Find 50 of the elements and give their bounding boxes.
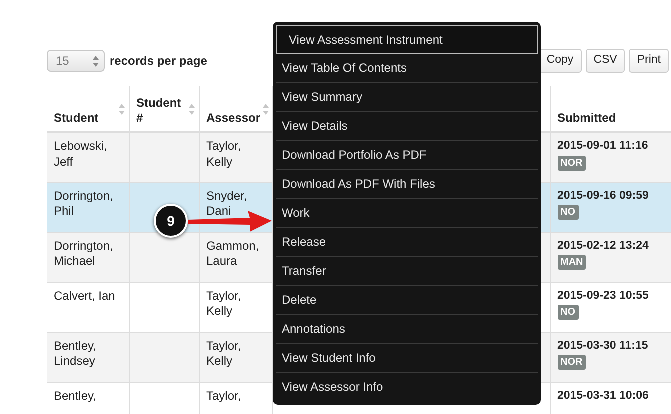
menu-item[interactable]: Transfer	[276, 257, 538, 286]
page-size-value: 15	[56, 53, 70, 70]
table-cell: Taylor, Kelly	[206, 288, 242, 318]
menu-item[interactable]: Delete	[276, 286, 538, 315]
sort-icon[interactable]	[118, 104, 124, 115]
toolbar-button[interactable]: CSV	[586, 49, 626, 73]
table-cell: 2015-03-31 10:06	[558, 390, 649, 402]
status-badge: MAN	[558, 255, 586, 270]
sort-icon[interactable]	[188, 104, 194, 115]
column-header[interactable]: Student #	[136, 96, 186, 125]
column-header[interactable]: Student	[54, 110, 99, 125]
menu-item[interactable]: Download As PDF With Files	[276, 170, 538, 199]
table-cell: Snyder, Dani	[206, 188, 248, 218]
menu-item[interactable]: View Assessor Info	[276, 373, 538, 402]
table-cell: Taylor, Kelly	[206, 338, 242, 368]
menu-item[interactable]: View Table Of Contents	[276, 54, 538, 83]
menu-item[interactable]: Release	[276, 228, 538, 257]
table-cell: Taylor,	[206, 388, 242, 402]
toolbar-button[interactable]: Print	[629, 49, 669, 73]
status-badge: NO	[558, 305, 578, 320]
menu-item[interactable]: Work	[276, 199, 538, 228]
table-cell: 2015-09-16 09:59	[558, 190, 649, 202]
status-badge: NOR	[558, 355, 586, 370]
menu-item[interactable]: View Assessment Instrument	[276, 25, 538, 54]
table-cell: 2015-09-23 10:55	[558, 290, 649, 302]
page-size-select[interactable]: 15	[47, 50, 105, 72]
table-cell: Bentley,	[54, 388, 96, 402]
status-badge: NO	[558, 205, 578, 220]
spinner-icon	[93, 56, 99, 66]
table-cell: Taylor, Kelly	[206, 139, 242, 169]
table-cell: 2015-03-30 11:15	[558, 340, 648, 352]
table-cell: Gammon, Laura	[206, 238, 260, 268]
table-cell: 2015-09-01 11:16	[558, 140, 648, 152]
sort-icon[interactable]	[262, 104, 269, 115]
table-cell: Dorrington, Michael	[54, 238, 114, 268]
table-cell: 2015-02-12 13:24	[558, 240, 649, 252]
toolbar-button[interactable]: Copy	[538, 49, 582, 73]
table-cell: Dorrington, Phil	[54, 188, 114, 218]
menu-item[interactable]: View Summary	[276, 83, 538, 112]
menu-item[interactable]: View Details	[276, 112, 538, 141]
menu-item[interactable]: Download Portfolio As PDF	[276, 141, 538, 170]
table-cell: Lebowski, Jeff	[54, 139, 108, 169]
status-badge: NOR	[558, 156, 586, 171]
column-header[interactable]: Submitted	[558, 110, 616, 125]
records-per-page-label: records per page	[110, 53, 208, 70]
table-cell: Bentley, Lindsey	[54, 338, 96, 368]
column-header[interactable]: Assessor	[206, 110, 261, 125]
table-cell: Calvert, Ian	[54, 288, 116, 302]
menu-item[interactable]: Annotations	[276, 315, 538, 344]
menu-item[interactable]: View Student Info	[276, 344, 538, 373]
